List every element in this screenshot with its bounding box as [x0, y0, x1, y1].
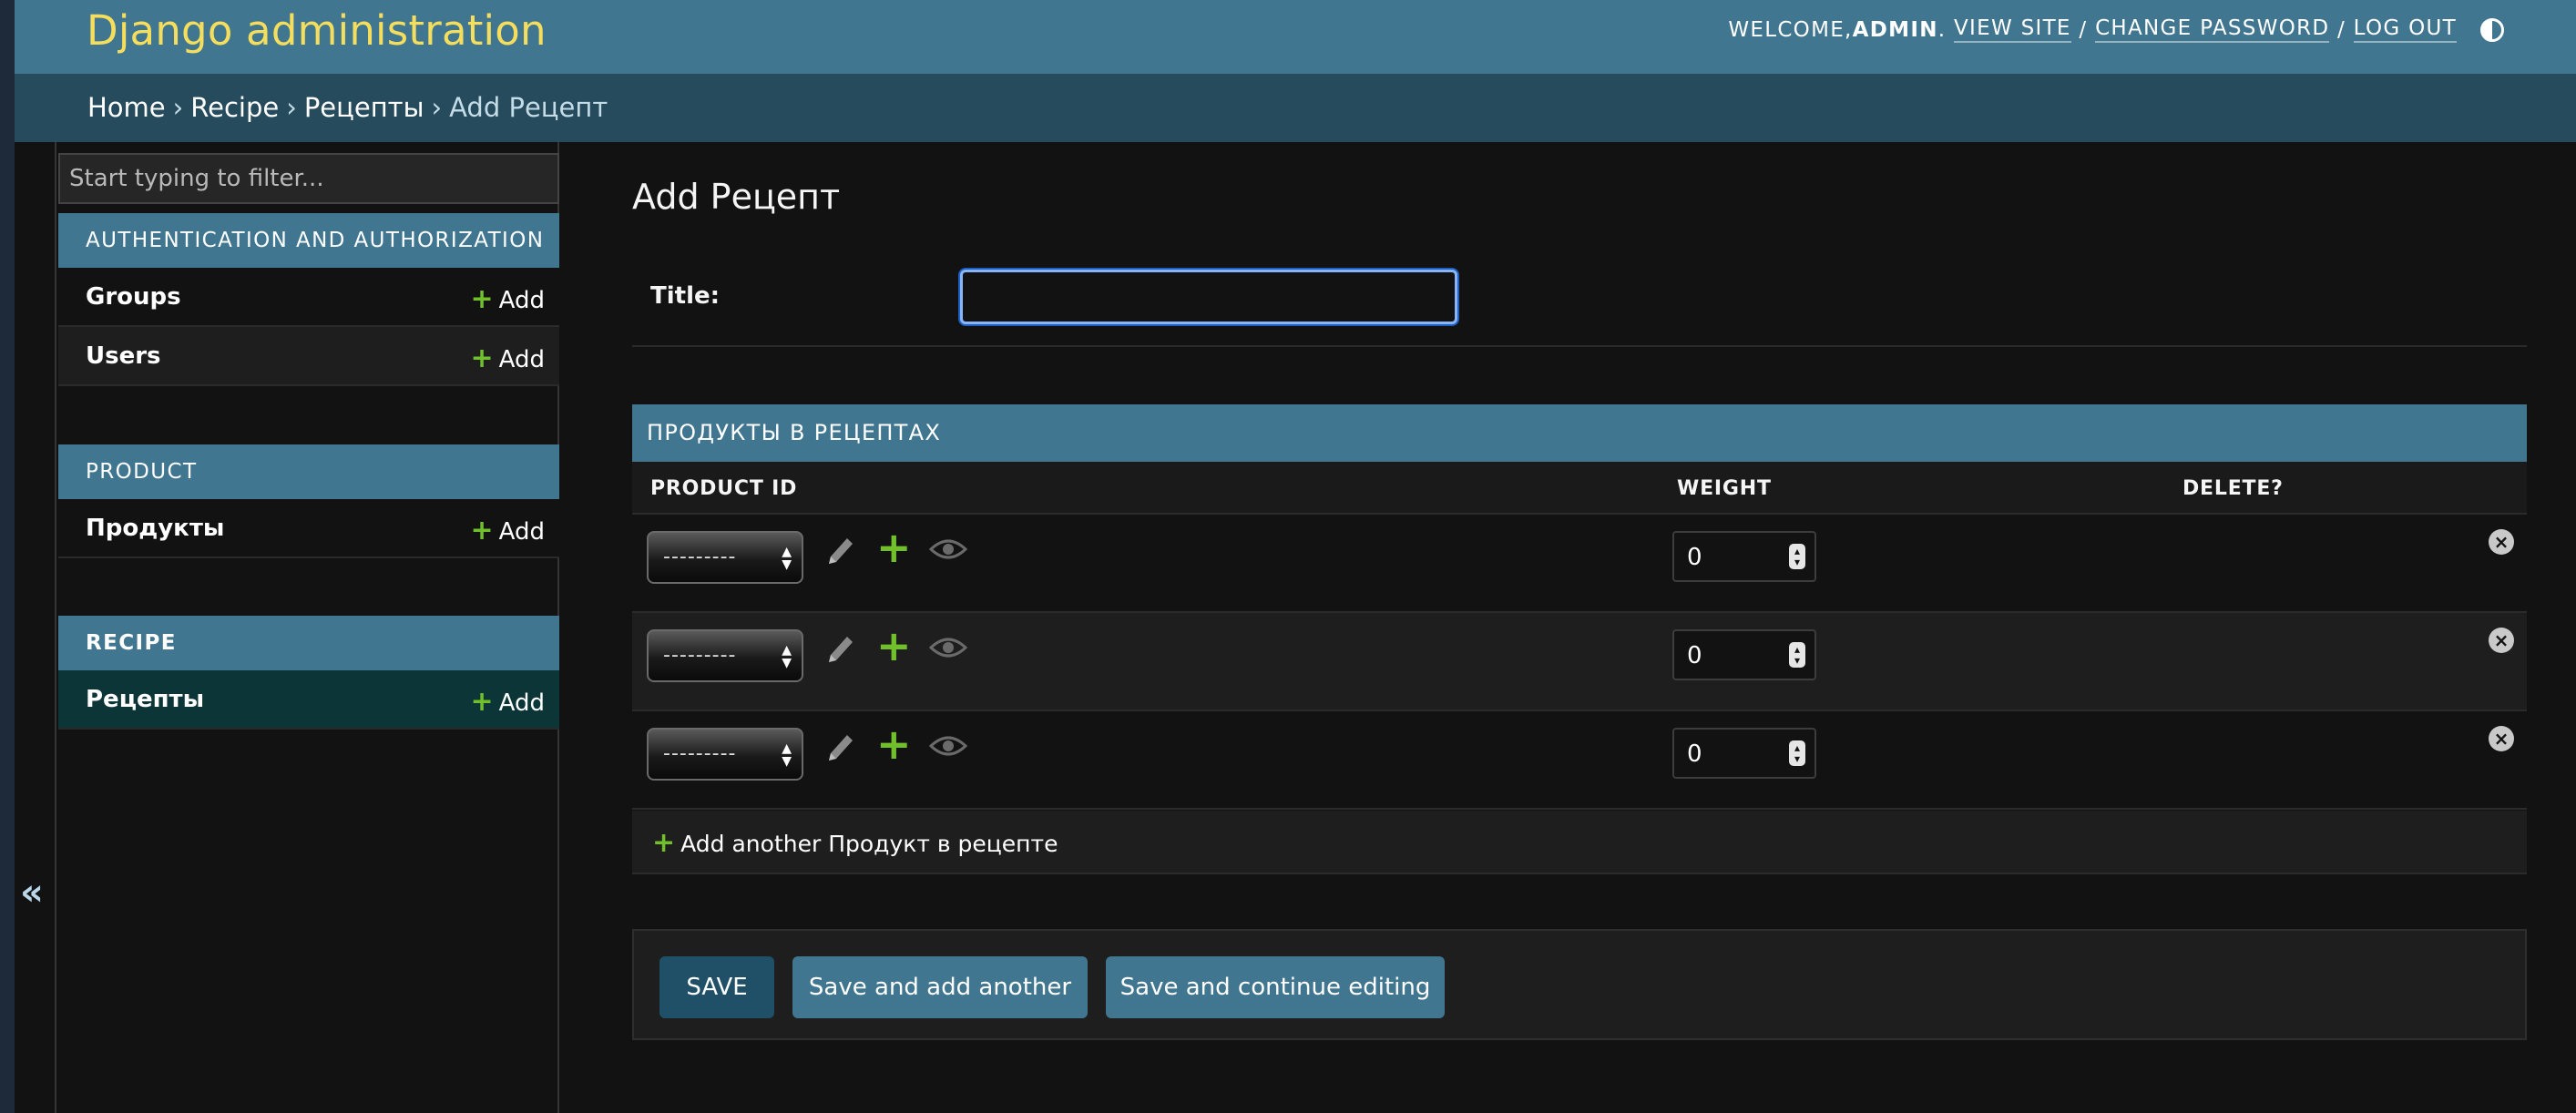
inline-caption: ПРОДУКТЫ В РЕЦЕПТАХ: [632, 404, 2527, 462]
plus-icon: +: [470, 342, 494, 374]
weight-input[interactable]: 0 ▴ ▾: [1672, 531, 1816, 582]
form-row-title: Title:: [632, 251, 2527, 347]
delete-row-icon[interactable]: ×: [2489, 726, 2514, 751]
model-link-groups[interactable]: Groups: [86, 283, 181, 311]
add-label: Add: [498, 287, 545, 314]
eye-icon[interactable]: [929, 635, 967, 660]
sidebar-item-users[interactable]: Users + Add: [58, 327, 559, 386]
select-value: ---------: [663, 742, 737, 765]
plus-icon: +: [470, 515, 494, 546]
weight-value: 0: [1687, 544, 1702, 571]
product-select[interactable]: --------- ▲ ▼: [647, 629, 803, 682]
breadcrumb: Home › Recipe › Рецепты › Add Рецепт: [15, 74, 2576, 142]
delete-row-icon[interactable]: ×: [2489, 529, 2514, 555]
log-out-link[interactable]: LOG OUT: [2353, 16, 2457, 43]
sidebar-item-groups[interactable]: Groups + Add: [58, 268, 559, 327]
contrast-icon[interactable]: [2480, 17, 2504, 42]
table-row: --------- ▲ ▼ + 0 ▴ ▾ ×: [632, 515, 2527, 613]
welcome-text: WELCOME,: [1728, 17, 1853, 42]
nav-sidebar: AUTHENTICATION AND AUTHORIZATION Groups …: [55, 142, 559, 1113]
add-another-label: Add another Продукт в рецепте: [680, 831, 1058, 857]
stepper-icon[interactable]: ▴ ▾: [1789, 544, 1805, 569]
add-related-icon[interactable]: +: [876, 723, 912, 765]
model-link-users[interactable]: Users: [86, 342, 161, 370]
change-password-link[interactable]: CHANGE PASSWORD: [2095, 16, 2330, 43]
app-caption-auth[interactable]: AUTHENTICATION AND AUTHORIZATION: [58, 213, 559, 268]
select-arrows-icon: ▲ ▼: [782, 643, 792, 670]
sidebar-item-recipes[interactable]: Рецепты + Add: [58, 670, 559, 730]
add-label: Add: [498, 346, 545, 373]
model-link-products[interactable]: Продукты: [86, 515, 224, 542]
separator: /: [2070, 17, 2096, 42]
save-and-continue-button[interactable]: Save and continue editing: [1106, 956, 1445, 1018]
username: ADMIN: [1852, 17, 1938, 42]
page-title: Add Рецепт: [632, 177, 841, 217]
window-edge: [0, 0, 15, 1113]
breadcrumb-current: Add Рецепт: [449, 92, 608, 123]
add-another-row[interactable]: + Add another Продукт в рецепте: [632, 811, 2527, 874]
eye-icon[interactable]: [929, 733, 967, 759]
header: Django administration WELCOME, ADMIN . V…: [15, 0, 2576, 74]
select-value: ---------: [663, 546, 737, 568]
weight-input[interactable]: 0 ▴ ▾: [1672, 728, 1816, 779]
user-tools: WELCOME, ADMIN . VIEW SITE / CHANGE PASS…: [1728, 16, 2504, 43]
breadcrumb-separator: ›: [286, 92, 297, 123]
eye-icon[interactable]: [929, 536, 967, 562]
column-header-product-id: PRODUCT ID: [650, 477, 798, 500]
add-users-link[interactable]: + Add: [471, 342, 545, 374]
breadcrumb-separator: ›: [431, 92, 443, 123]
sidebar-item-products[interactable]: Продукты + Add: [58, 499, 559, 558]
app-caption-product[interactable]: PRODUCT: [58, 444, 559, 499]
weight-input[interactable]: 0 ▴ ▾: [1672, 629, 1816, 680]
select-arrows-icon: ▲ ▼: [782, 741, 792, 769]
stepper-icon[interactable]: ▴ ▾: [1789, 740, 1805, 766]
add-related-icon[interactable]: +: [876, 526, 912, 568]
add-label: Add: [498, 689, 545, 717]
breadcrumb-recipe[interactable]: Recipe: [190, 92, 279, 123]
pencil-icon[interactable]: [823, 533, 856, 569]
title-label: Title:: [650, 282, 721, 310]
nav-filter-input[interactable]: [58, 153, 559, 204]
plus-icon: +: [652, 827, 676, 859]
app-caption-recipe[interactable]: RECIPE: [58, 616, 559, 670]
product-select[interactable]: --------- ▲ ▼: [647, 531, 803, 584]
column-header-weight: WEIGHT: [1677, 477, 1772, 500]
site-brand[interactable]: Django administration: [87, 6, 547, 55]
weight-value: 0: [1687, 642, 1702, 669]
submit-row: SAVE Save and add another Save and conti…: [632, 929, 2527, 1040]
add-recipes-link[interactable]: + Add: [471, 686, 545, 718]
plus-icon: +: [470, 686, 494, 718]
add-groups-link[interactable]: + Add: [471, 283, 545, 315]
save-button[interactable]: SAVE: [659, 956, 774, 1018]
column-header-delete: DELETE?: [2182, 477, 2284, 500]
select-value: ---------: [663, 644, 737, 667]
separator: /: [2329, 17, 2354, 42]
weight-value: 0: [1687, 740, 1702, 768]
breadcrumb-home[interactable]: Home: [87, 92, 166, 123]
product-select[interactable]: --------- ▲ ▼: [647, 728, 803, 781]
stepper-icon[interactable]: ▴ ▾: [1789, 642, 1805, 668]
add-label: Add: [498, 518, 545, 546]
breadcrumb-separator: ›: [172, 92, 184, 123]
model-link-recipes[interactable]: Рецепты: [86, 686, 204, 713]
pencil-icon[interactable]: [823, 631, 856, 668]
add-related-icon[interactable]: +: [876, 625, 912, 667]
plus-icon: +: [470, 283, 494, 315]
inline-table-header: PRODUCT ID WEIGHT DELETE?: [632, 462, 2527, 515]
select-arrows-icon: ▲ ▼: [782, 545, 792, 572]
view-site-link[interactable]: VIEW SITE: [1954, 16, 2071, 43]
title-input[interactable]: [960, 270, 1457, 324]
delete-row-icon[interactable]: ×: [2489, 628, 2514, 653]
welcome-suffix: .: [1937, 17, 1954, 42]
table-row: --------- ▲ ▼ + 0 ▴ ▾ ×: [632, 613, 2527, 711]
breadcrumb-recipes[interactable]: Рецепты: [304, 92, 424, 123]
add-products-link[interactable]: + Add: [471, 515, 545, 546]
save-and-add-another-button[interactable]: Save and add another: [792, 956, 1088, 1018]
table-row: --------- ▲ ▼ + 0 ▴ ▾ ×: [632, 711, 2527, 810]
add-another-link[interactable]: + Add another Продукт в рецепте: [652, 827, 1058, 859]
pencil-icon[interactable]: [823, 730, 856, 766]
collapse-sidebar-button[interactable]: «: [20, 872, 44, 914]
